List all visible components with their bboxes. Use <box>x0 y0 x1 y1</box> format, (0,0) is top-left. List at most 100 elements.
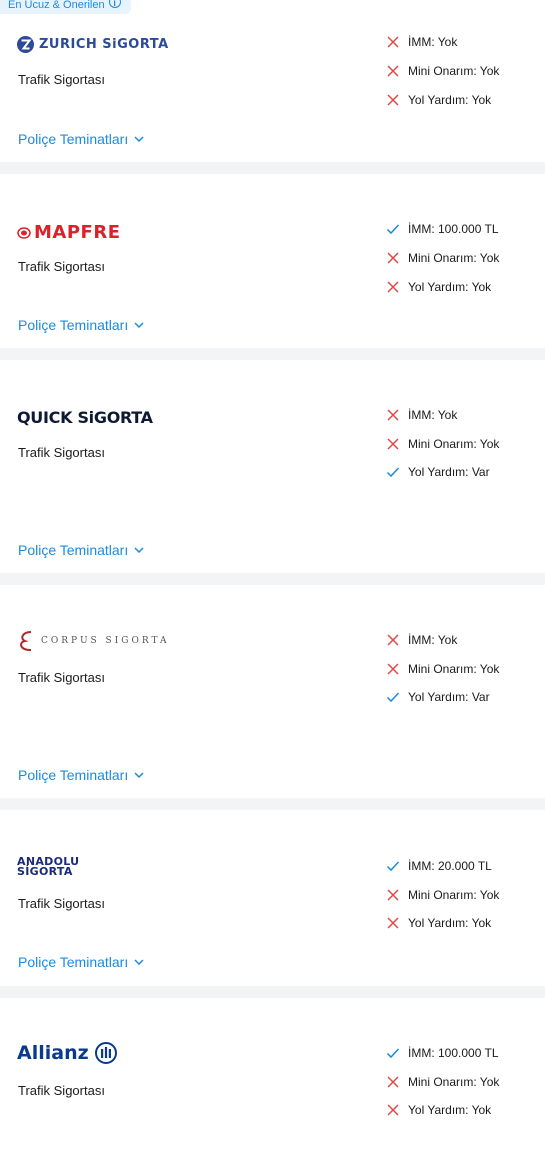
cross-icon <box>387 409 399 421</box>
cross-icon <box>387 1104 399 1116</box>
policy-coverages-link[interactable]: Poliçe Teminatları <box>18 767 144 783</box>
product-name: Trafik Sigortası <box>18 896 105 911</box>
allianz-logo: Allianz <box>17 1042 117 1064</box>
zurich-z-icon <box>17 36 34 53</box>
offer-card-corpus: CORPUS SIGORTA Trafik Sigortası Poliçe T… <box>0 585 545 798</box>
coverage-mini-repair: Mini Onarım: Yok <box>386 251 499 265</box>
check-icon <box>386 224 400 235</box>
zurich-logo: ZURICH SiGORTA <box>17 36 169 53</box>
quick-logo-text: QUICK SiGORTA <box>17 408 153 427</box>
check-icon <box>386 1048 400 1059</box>
coverage-mini-repair: Mini Onarım: Yok <box>386 888 499 902</box>
quick-logo: QUICK SiGORTA <box>17 408 153 427</box>
offer-card-allianz: Allianz Trafik Sigortası İMM: 100.000 TL… <box>0 998 545 1161</box>
coverage-imm: İMM: Yok <box>386 408 457 422</box>
policy-coverages-link[interactable]: Poliçe Teminatları <box>18 542 144 558</box>
chevron-down-icon <box>134 959 144 965</box>
anadolu-logo: ANADOLU SİGORTA <box>17 855 97 878</box>
policy-coverages-label: Poliçe Teminatları <box>18 954 129 970</box>
policy-coverages-link[interactable]: Poliçe Teminatları <box>18 317 144 333</box>
mapfre-emblem-icon <box>17 226 31 239</box>
cross-icon <box>387 252 399 264</box>
coverage-mini-repair: Mini Onarım: Yok <box>386 1075 499 1089</box>
cross-icon <box>387 634 399 646</box>
corpus-emblem-icon <box>20 631 32 651</box>
allianz-eagle-icon <box>94 1042 117 1064</box>
chevron-down-icon <box>134 772 144 778</box>
cross-icon <box>387 1076 399 1088</box>
offer-card-anadolu: ANADOLU SİGORTA Trafik Sigortası Poliçe … <box>0 810 545 986</box>
coverage-label: Mini Onarım: Yok <box>408 1075 500 1089</box>
offer-card-zurich: ZURICH SiGORTA Trafik Sigortası Poliçe T… <box>0 14 545 162</box>
policy-coverages-label: Poliçe Teminatları <box>18 317 129 333</box>
coverage-label: İMM: 20.000 TL <box>408 859 492 873</box>
card-separator <box>0 348 545 360</box>
policy-coverages-link[interactable]: Poliçe Teminatları <box>18 131 144 147</box>
chevron-down-icon <box>134 547 144 553</box>
info-icon[interactable]: i <box>108 0 121 8</box>
coverage-road-assist: Yol Yardım: Yok <box>386 916 491 930</box>
coverage-mini-repair: Mini Onarım: Yok <box>386 662 499 676</box>
product-name: Trafik Sigortası <box>18 1083 105 1098</box>
card-separator <box>0 986 545 998</box>
coverage-label: Yol Yardım: Var <box>408 465 490 479</box>
coverage-label: Mini Onarım: Yok <box>408 888 500 902</box>
mapfre-logo: MAPFRE <box>17 222 121 243</box>
coverage-road-assist: Yol Yardım: Yok <box>386 280 491 294</box>
corpus-logo: CORPUS SIGORTA <box>17 629 169 653</box>
coverage-road-assist: Yol Yardım: Yok <box>386 1103 491 1117</box>
coverage-imm: İMM: Yok <box>386 633 457 647</box>
cross-icon <box>387 663 399 675</box>
coverage-label: Mini Onarım: Yok <box>408 437 500 451</box>
coverage-label: Yol Yardım: Yok <box>408 93 492 107</box>
check-icon <box>386 861 400 872</box>
anadolu-logo-text: ANADOLU SİGORTA <box>17 855 80 878</box>
mapfre-logo-text: MAPFRE <box>34 222 121 243</box>
chevron-down-icon <box>134 322 144 328</box>
cross-icon <box>387 36 399 48</box>
coverage-mini-repair: Mini Onarım: Yok <box>386 437 499 451</box>
coverage-imm: İMM: 20.000 TL <box>386 859 492 873</box>
policy-coverages-link[interactable]: Poliçe Teminatları <box>18 954 144 970</box>
coverage-label: İMM: Yok <box>408 408 458 422</box>
cross-icon <box>387 889 399 901</box>
coverage-road-assist: Yol Yardım: Var <box>386 690 490 704</box>
product-name: Trafik Sigortası <box>18 670 105 685</box>
offer-card-quick: QUICK SiGORTA Trafik Sigortası Poliçe Te… <box>0 360 545 573</box>
card-separator <box>0 798 545 810</box>
check-icon <box>386 692 400 703</box>
offer-card-mapfre: MAPFRE Trafik Sigortası Poliçe Teminatla… <box>0 174 545 348</box>
coverage-label: Yol Yardım: Var <box>408 690 490 704</box>
card-separator <box>0 162 545 174</box>
coverage-label: İMM: Yok <box>408 633 458 647</box>
recommended-badge-label: En Ucuz & Önerilen <box>8 0 105 11</box>
check-icon <box>386 467 400 478</box>
coverage-label: Yol Yardım: Yok <box>408 1103 492 1117</box>
coverage-imm: İMM: Yok <box>386 35 457 49</box>
coverage-label: Yol Yardım: Yok <box>408 280 492 294</box>
coverage-road-assist: Yol Yardım: Yok <box>386 93 491 107</box>
product-name: Trafik Sigortası <box>18 445 105 460</box>
coverage-label: İMM: 100.000 TL <box>408 222 499 236</box>
recommended-badge: En Ucuz & Önerilen i <box>0 0 131 14</box>
coverage-label: İMM: 100.000 TL <box>408 1046 499 1060</box>
cross-icon <box>387 281 399 293</box>
corpus-logo-text: CORPUS SIGORTA <box>41 636 170 646</box>
zurich-logo-text: ZURICH SiGORTA <box>39 37 169 52</box>
allianz-logo-text: Allianz <box>17 1042 89 1064</box>
coverage-imm: İMM: 100.000 TL <box>386 222 499 236</box>
coverage-imm: İMM: 100.000 TL <box>386 1046 499 1060</box>
product-name: Trafik Sigortası <box>18 72 105 87</box>
cross-icon <box>387 917 399 929</box>
coverage-label: Mini Onarım: Yok <box>408 251 500 265</box>
cross-icon <box>387 94 399 106</box>
card-separator <box>0 573 545 585</box>
product-name: Trafik Sigortası <box>18 259 105 274</box>
policy-coverages-label: Poliçe Teminatları <box>18 767 129 783</box>
coverage-label: Mini Onarım: Yok <box>408 662 500 676</box>
coverage-label: Yol Yardım: Yok <box>408 916 492 930</box>
policy-coverages-label: Poliçe Teminatları <box>18 131 129 147</box>
cross-icon <box>387 65 399 77</box>
policy-coverages-label: Poliçe Teminatları <box>18 542 129 558</box>
coverage-label: İMM: Yok <box>408 35 458 49</box>
